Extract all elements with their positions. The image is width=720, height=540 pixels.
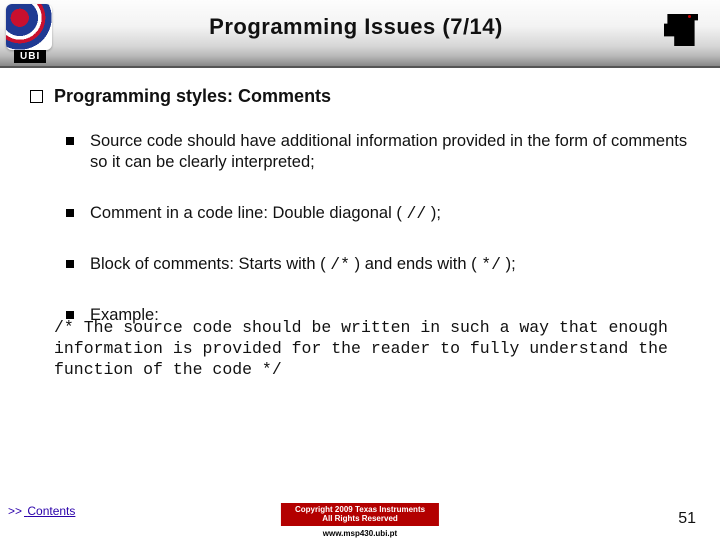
slide: UBI Programming Issues (7/14) Programmin… xyxy=(0,0,720,540)
bullet-line-comment: Comment in a code line: Double diagonal … xyxy=(26,203,694,224)
bullet-example: Example: xyxy=(26,305,694,326)
ti-logo-icon xyxy=(660,10,706,52)
bullet-text: Block of comments: Starts with ( /* ) an… xyxy=(90,255,516,273)
slide-header: UBI Programming Issues (7/14) xyxy=(0,0,720,68)
page-title: Programming Issues (7/14) xyxy=(58,0,654,40)
contents-link[interactable]: >> Contents xyxy=(8,504,75,518)
ubi-logo-icon xyxy=(6,4,52,50)
footer-url: www.msp430.ubi.pt xyxy=(323,529,397,538)
copyright-text: Copyright 2009 Texas InstrumentsAll Righ… xyxy=(281,503,439,526)
bullet-source-code: Source code should have additional infor… xyxy=(26,131,694,173)
bullet-block-comment: Block of comments: Starts with ( /* ) an… xyxy=(26,254,694,275)
heading-comments: Programming styles: Comments xyxy=(26,86,694,107)
contents-link-label: Contents xyxy=(27,504,75,518)
slide-footer: >> Contents Copyright 2009 Texas Instrum… xyxy=(0,496,720,540)
bullet-text: Comment in a code line: Double diagonal … xyxy=(90,204,441,222)
page-number: 51 xyxy=(678,510,696,528)
ubi-label: UBI xyxy=(14,50,46,63)
slide-body: Programming styles: Comments Source code… xyxy=(0,68,720,381)
